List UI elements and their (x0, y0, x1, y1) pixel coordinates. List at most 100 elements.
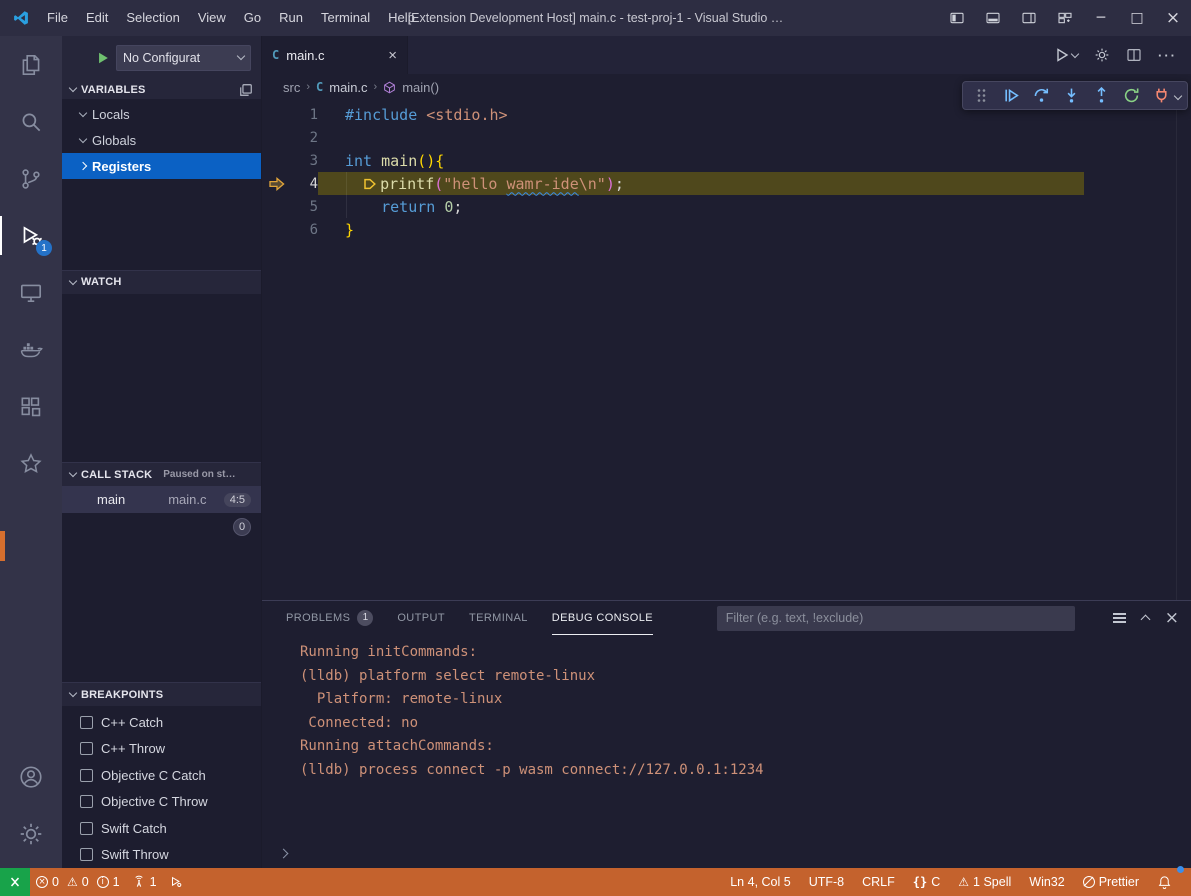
line-content[interactable]: } (318, 218, 1191, 241)
run-and-debug-icon[interactable]: 1 (0, 207, 62, 264)
search-icon[interactable] (0, 93, 62, 150)
formatter-status[interactable]: Prettier (1074, 868, 1148, 896)
call-stack-section-header[interactable]: CALL STACK Paused on st… (62, 462, 261, 486)
close-tab-icon[interactable]: × (388, 47, 397, 64)
panel-tab-problems[interactable]: PROBLEMS1 (286, 601, 373, 635)
collapse-all-icon[interactable] (239, 83, 253, 97)
encoding[interactable]: UTF-8 (800, 868, 853, 896)
remote-explorer-icon[interactable] (0, 264, 62, 321)
console-filter-input[interactable] (717, 606, 1075, 631)
variables-item-globals[interactable]: Globals (62, 127, 261, 153)
customize-layout-icon[interactable] (1047, 0, 1083, 36)
menu-selection[interactable]: Selection (117, 0, 188, 36)
breakpoint-checkbox[interactable] (80, 769, 93, 782)
code-line-2[interactable]: 2 (262, 126, 1191, 149)
toggle-sidebar-icon[interactable] (939, 0, 975, 36)
code-line-6[interactable]: 6} (262, 218, 1191, 241)
maximize-button[interactable]: □ (1119, 0, 1155, 36)
source-control-icon[interactable] (0, 150, 62, 207)
code-line-4[interactable]: 4 printf("hello wamr-ide\n"); (262, 172, 1191, 195)
variables-section-header[interactable]: VARIABLES (62, 80, 261, 100)
spell-checker-status[interactable]: ⚠1 Spell (949, 868, 1020, 896)
console-input-row[interactable] (280, 845, 287, 860)
chevron-down-icon[interactable] (1174, 91, 1182, 99)
code-area[interactable]: 1#include <stdio.h>23int main(){4 printf… (262, 100, 1191, 600)
extensions-icon[interactable] (0, 378, 62, 435)
cursor-position[interactable]: Ln 4, Col 5 (721, 868, 799, 896)
panel-tab-debug-console[interactable]: DEBUG CONSOLE (552, 601, 653, 635)
breakpoints-section-header[interactable]: BREAKPOINTS (62, 682, 261, 706)
remote-indicator[interactable] (0, 868, 30, 896)
ports-status[interactable]: 1 (126, 868, 163, 896)
code-line-3[interactable]: 3int main(){ (262, 149, 1191, 172)
run-or-debug-icon[interactable] (1054, 47, 1078, 63)
toolbar-drag-grip[interactable] (969, 84, 993, 108)
breakpoint-checkbox[interactable] (80, 822, 93, 835)
breakpoint-row[interactable]: C++ Catch (62, 709, 261, 736)
eol-sequence[interactable]: CRLF (853, 868, 904, 896)
disconnect-icon[interactable] (1149, 84, 1173, 108)
problems-status[interactable]: ×0 ⚠0 i1 (30, 868, 126, 896)
breadcrumb-symbol[interactable]: main() (402, 80, 439, 95)
code-line-5[interactable]: 5 return 0; (262, 195, 1191, 218)
panel-tab-terminal[interactable]: TERMINAL (469, 601, 528, 635)
platform-status[interactable]: Win32 (1020, 868, 1073, 896)
breakpoint-row[interactable]: Swift Throw (62, 842, 261, 869)
menu-go[interactable]: Go (235, 0, 270, 36)
execution-pointer-icon[interactable] (262, 177, 292, 191)
menu-terminal[interactable]: Terminal (312, 0, 379, 36)
settings-gear-icon[interactable] (0, 805, 62, 862)
watch-section-header[interactable]: WATCH (62, 270, 261, 294)
launch-config-dropdown[interactable]: No Configurat (116, 45, 251, 71)
step-out-icon[interactable] (1089, 84, 1113, 108)
menu-run[interactable]: Run (270, 0, 312, 36)
explorer-icon[interactable] (0, 36, 62, 93)
more-actions-icon[interactable]: ··· (1158, 48, 1177, 63)
breakpoint-checkbox[interactable] (80, 716, 93, 729)
breakpoint-checkbox[interactable] (80, 795, 93, 808)
debug-status-icon[interactable] (163, 868, 189, 896)
stack-frame-row[interactable]: main main.c 4:5 (62, 486, 261, 513)
breakpoint-row[interactable]: Swift Catch (62, 815, 261, 842)
variables-item-locals[interactable]: Locals (62, 101, 261, 127)
line-content[interactable]: printf("hello wamr-ide\n"); (318, 172, 1084, 195)
accounts-icon[interactable] (0, 748, 62, 805)
breakpoint-row[interactable]: C++ Throw (62, 736, 261, 763)
star-icon[interactable] (0, 435, 62, 492)
breadcrumb-folder[interactable]: src (283, 80, 300, 95)
line-content[interactable] (318, 126, 1191, 149)
panel-tab-output[interactable]: OUTPUT (397, 601, 445, 635)
close-panel-icon[interactable]: × (1165, 610, 1179, 627)
breakpoint-checkbox[interactable] (80, 742, 93, 755)
toggle-panel-icon[interactable] (975, 0, 1011, 36)
continue-icon[interactable] (999, 84, 1023, 108)
breakpoint-row[interactable]: Objective C Catch (62, 762, 261, 789)
editor-scrollbar[interactable] (1176, 100, 1177, 600)
breadcrumb-file[interactable]: main.c (329, 80, 367, 95)
start-debugging-icon[interactable] (96, 51, 110, 65)
step-into-icon[interactable] (1059, 84, 1083, 108)
line-content[interactable]: int main(){ (318, 149, 1191, 172)
menu-view[interactable]: View (189, 0, 235, 36)
docker-icon[interactable] (0, 321, 62, 378)
filter-lines-icon[interactable] (1113, 613, 1126, 623)
breakpoint-row[interactable]: Objective C Throw (62, 789, 261, 816)
language-mode[interactable]: {}C (904, 868, 949, 896)
debug-gear-icon[interactable] (1094, 47, 1110, 63)
close-button[interactable]: × (1155, 0, 1191, 36)
toggle-secondary-sidebar-icon[interactable] (1011, 0, 1047, 36)
minimize-button[interactable]: ─ (1083, 0, 1119, 36)
debug-console-output[interactable]: Running initCommands:(lldb) platform sel… (262, 641, 1191, 834)
notifications-bell-icon[interactable] (1148, 868, 1181, 896)
restart-icon[interactable] (1119, 84, 1143, 108)
vscode-logo-icon (12, 9, 30, 27)
step-over-icon[interactable] (1029, 84, 1053, 108)
maximize-panel-icon[interactable] (1140, 615, 1150, 625)
tab-main-c[interactable]: C main.c × (262, 36, 408, 74)
line-content[interactable]: return 0; (318, 195, 1191, 218)
menu-file[interactable]: File (38, 0, 77, 36)
variables-item-registers[interactable]: Registers (62, 153, 261, 179)
menu-edit[interactable]: Edit (77, 0, 117, 36)
breakpoint-checkbox[interactable] (80, 848, 93, 861)
split-editor-icon[interactable] (1126, 47, 1142, 63)
